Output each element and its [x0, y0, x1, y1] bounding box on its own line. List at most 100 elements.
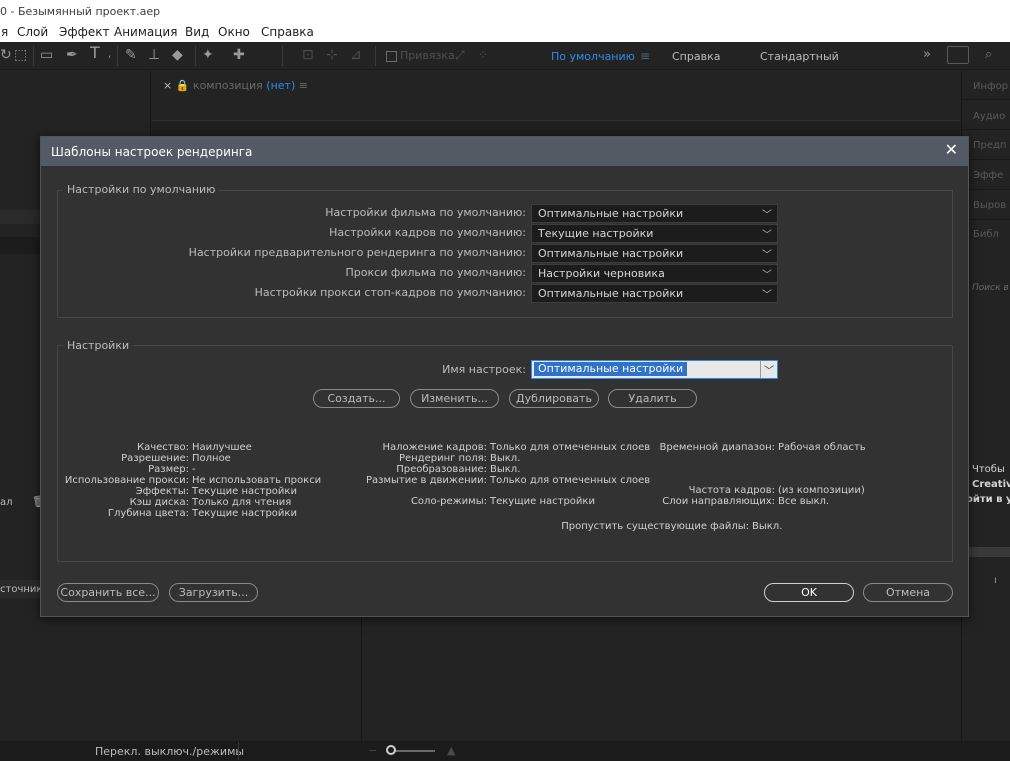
snap-options-icon[interactable]: ⤢	[455, 48, 465, 62]
default-movie-proxy-value: Настройки черновика	[538, 267, 665, 280]
resolution-value: Полное	[192, 453, 231, 464]
toggle-switches-modes[interactable]: Перекл. выключ./режимы	[95, 745, 244, 758]
dialog-title-bar: Шаблоны настроек рендеринга ✕	[41, 137, 968, 166]
timeline-marker-icon: ı	[994, 575, 997, 586]
type-tool-icon[interactable]: T	[90, 45, 100, 61]
window-title-bar: 0 - Безымянный проект.aep	[0, 0, 1010, 24]
cancel-button[interactable]: Отмена	[863, 583, 953, 602]
sync-settings-icon[interactable]	[947, 46, 969, 64]
default-movie-select[interactable]: Оптимальные настройки ﹀	[531, 204, 778, 223]
camera-tool-icon[interactable]: ⬚	[14, 48, 27, 62]
type-tool-sub-icon: ,	[108, 49, 112, 60]
workspace-menu-icon[interactable]: ≡	[640, 49, 650, 63]
menu-item-composition[interactable]: я	[1, 25, 8, 39]
chevron-down-icon: ﹀	[762, 210, 772, 221]
create-button[interactable]: Создать...	[313, 389, 400, 408]
snap-grid-icon[interactable]: ⁘	[478, 48, 488, 62]
rectangle-tool-icon[interactable]: ▭	[40, 48, 53, 62]
time-range-value: Рабочая область	[778, 442, 866, 453]
toolbar-separator	[33, 46, 34, 66]
chevron-down-icon: ﹀	[762, 230, 772, 241]
workspace-standard[interactable]: Стандартный	[760, 50, 839, 63]
menu-item-window[interactable]: Окно	[218, 25, 250, 39]
workspace-help[interactable]: Справка	[672, 50, 720, 63]
settings-group-title: Настройки	[63, 339, 134, 352]
menu-item-effect[interactable]: Эффект	[59, 25, 110, 39]
color-depth-key: Глубина цвета:	[107, 508, 189, 519]
delete-button[interactable]: Удалить	[608, 389, 697, 408]
menu-item-help[interactable]: Справка	[261, 25, 314, 39]
local-axis-icon[interactable]: ⊡	[302, 48, 314, 62]
save-all-button[interactable]: Сохранить все...	[57, 583, 159, 602]
zoom-in-icon[interactable]: ▲	[447, 744, 455, 757]
duplicate-button[interactable]: Дублировать	[509, 389, 599, 408]
menu-item-layer[interactable]: Слой	[17, 25, 48, 39]
zoom-slider-track[interactable]	[395, 750, 435, 752]
menu-item-animation[interactable]: Анимация	[114, 25, 177, 39]
panel-divider	[962, 99, 1010, 100]
zoom-slider-handle[interactable]	[386, 745, 396, 755]
field-render-key: Рендеринг поля:	[398, 453, 487, 464]
pen-tool-icon[interactable]: ✒	[66, 48, 78, 62]
motion-blur-key: Размытие в движении:	[365, 475, 487, 486]
menu-bar: я Слой Эффект Анимация Вид Окно Справка	[0, 24, 1010, 42]
chevron-down-icon: ﹀	[760, 361, 777, 378]
color-depth-value: Текущие настройки	[192, 508, 297, 519]
default-movie-proxy-label: Прокси фильма по умолчанию:	[345, 266, 526, 279]
info-col1-keys: Качество: Разрешение: Размер: Использова…	[41, 442, 189, 519]
window-title: 0 - Безымянный проект.aep	[0, 5, 161, 18]
view-axis-icon[interactable]: ⊿	[350, 48, 362, 62]
edit-button[interactable]: Изменить...	[410, 389, 499, 408]
library-message-line-1: Чтобы	[972, 464, 1005, 475]
workspace-default[interactable]: По умолчанию	[551, 50, 635, 63]
default-still-proxy-select[interactable]: Оптимальные настройки ﹀	[531, 284, 778, 303]
effects-key: Эффекты:	[135, 486, 189, 497]
panel-align-tab[interactable]: Выров	[973, 200, 1006, 211]
toolbar-separator	[195, 46, 196, 66]
status-separator	[238, 742, 239, 760]
brush-tool-icon[interactable]: ✎	[125, 48, 137, 62]
rotate-tool-icon[interactable]: ↻	[0, 48, 12, 62]
load-button[interactable]: Загрузить...	[169, 583, 258, 602]
default-prerender-select[interactable]: Оптимальные настройки ﹀	[531, 244, 778, 263]
composition-tab-name: (нет)	[266, 79, 296, 92]
panel-preview-tab[interactable]: Предп	[973, 140, 1006, 151]
puppet-pin-tool-icon[interactable]: ✚	[233, 48, 245, 62]
panel-effects-tab[interactable]: Эффе	[973, 170, 1003, 181]
panel-divider	[962, 129, 1010, 130]
default-movie-proxy-select[interactable]: Настройки черновика ﹀	[531, 264, 778, 283]
skip-existing-value: Выкл.	[752, 521, 783, 532]
solo-value: Текущие настройки	[490, 496, 595, 507]
panel-info-tab[interactable]: Инфор	[973, 81, 1008, 92]
snap-checkbox[interactable]	[386, 51, 397, 62]
close-tab-icon[interactable]: ×	[163, 79, 172, 92]
row-wrap: Настройки предварительного рендеринга по…	[41, 246, 526, 261]
workspace-overflow-icon[interactable]: »	[923, 47, 931, 62]
settings-name-select[interactable]: Оптимальные настройки ﹀	[531, 360, 778, 379]
project-footer-fragment: ал	[0, 497, 13, 508]
toolbar-separator	[117, 46, 118, 66]
menu-item-view[interactable]: Вид	[185, 25, 209, 39]
frame-blending-value: Только для отмеченных слоев	[490, 442, 651, 453]
effects-value: Текущие настройки	[192, 486, 297, 497]
ok-button[interactable]: OK	[764, 583, 854, 602]
default-still-proxy-label: Настройки прокси стоп-кадров по умолчани…	[254, 286, 526, 299]
search-help-icon[interactable]: ⌕	[985, 47, 992, 62]
panel-libraries-tab[interactable]: Библ	[973, 229, 999, 240]
composition-tab-menu-icon[interactable]: ≡	[299, 79, 308, 92]
panel-audio-tab[interactable]: Аудио	[973, 111, 1005, 122]
default-frame-select[interactable]: Текущие настройки ﹀	[531, 224, 778, 243]
lock-icon[interactable]: 🔒	[176, 79, 193, 92]
library-search-field[interactable]: Поиск в	[972, 283, 1009, 293]
info-col1-values: Наилучшее Полное - Не использовать прокс…	[192, 442, 321, 519]
zoom-out-icon[interactable]: −	[368, 744, 377, 757]
toolbar-separator	[282, 46, 283, 66]
roto-brush-tool-icon[interactable]: ✦	[202, 48, 214, 62]
motion-blur-value: Только для отмеченных слоев	[490, 475, 651, 486]
world-axis-icon[interactable]: ⊹	[326, 48, 338, 62]
clone-stamp-tool-icon[interactable]: ⊥	[148, 48, 160, 62]
size-key: Размер:	[148, 464, 189, 475]
eraser-tool-icon[interactable]: ◆	[172, 48, 183, 62]
composition-tab[interactable]: × 🔒 композиция (нет) ≡	[163, 79, 308, 92]
close-icon[interactable]: ✕	[945, 141, 958, 159]
